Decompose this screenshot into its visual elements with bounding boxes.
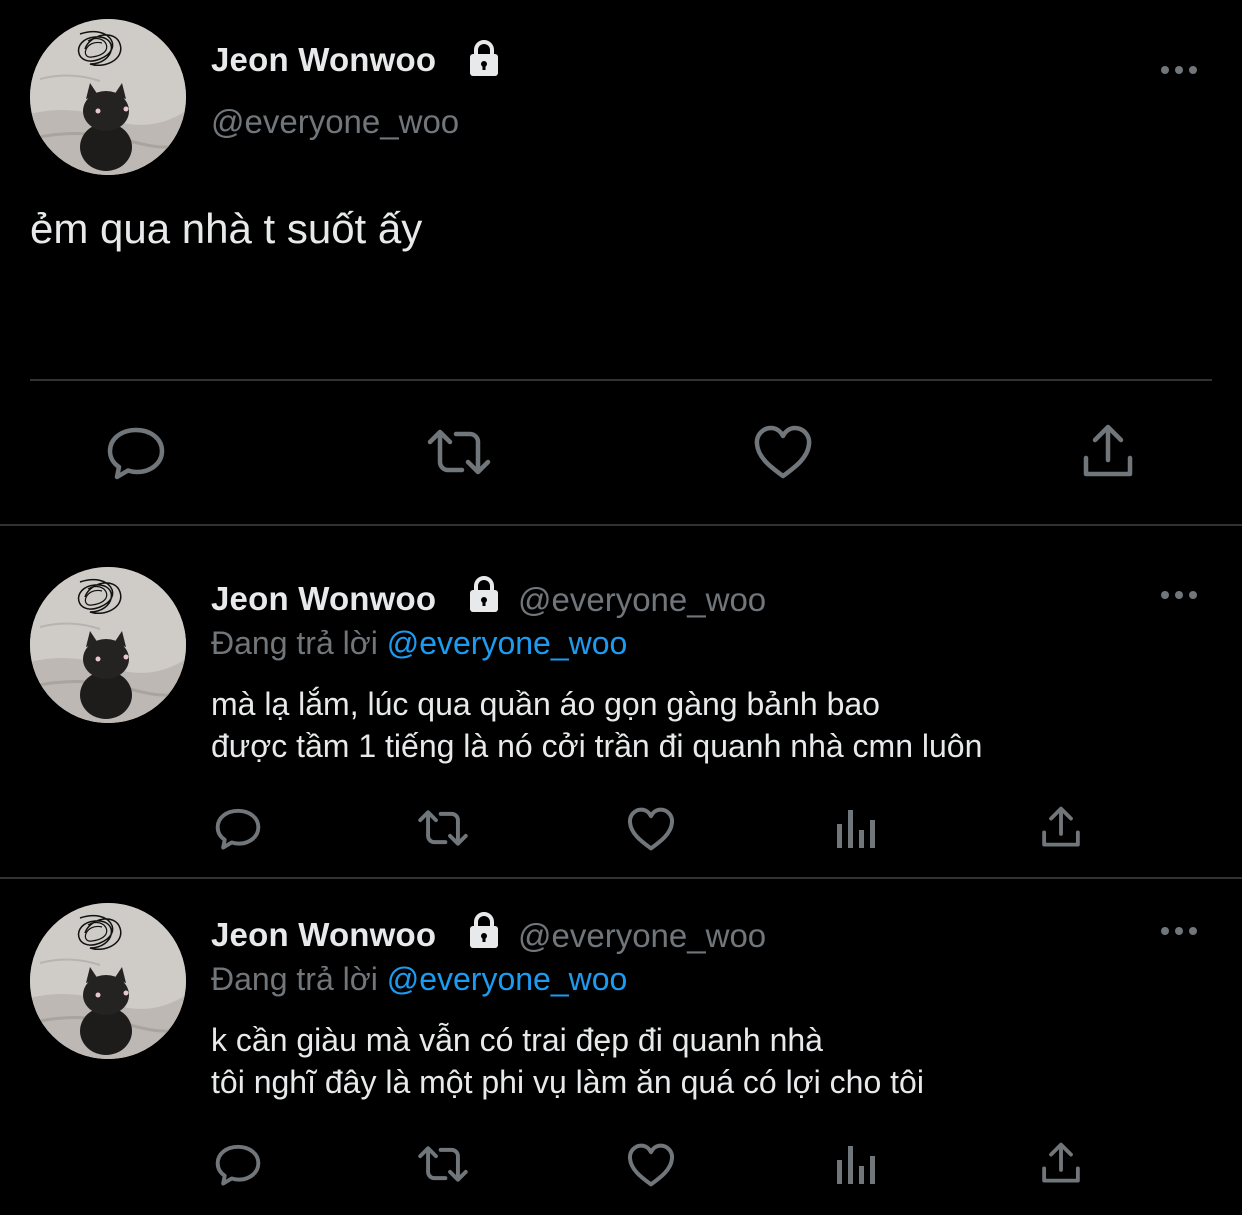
avatar[interactable] [30,567,186,723]
like-icon[interactable] [626,806,676,852]
avatar[interactable] [30,903,186,1059]
tweet-text-line: k cần giàu mà vẫn có trai đẹp đi quanh n… [211,1022,823,1058]
replying-prefix: Đang trả lời [211,961,378,997]
author-name[interactable]: Jeon Wonwoo [211,580,436,618]
reply-icon[interactable] [213,1140,263,1188]
author-handle[interactable]: @everyone_woo [211,103,459,141]
author-name[interactable]: Jeon Wonwoo [211,916,436,954]
replying-prefix: Đang trả lời [211,625,378,661]
tweet-text-line: tôi nghĩ đây là một phi vụ làm ăn quá có… [211,1064,924,1100]
reply-icon[interactable] [104,422,168,482]
more-options-icon[interactable] [1158,923,1202,939]
retweet-icon[interactable] [424,424,494,480]
like-icon[interactable] [626,1142,676,1188]
divider [30,379,1212,381]
mention-link[interactable]: @everyone_woo [387,961,628,997]
author-handle[interactable]: @everyone_woo [518,917,766,955]
reply-icon[interactable] [213,804,263,852]
tweet-text-line: mà lạ lắm, lúc qua quần áo gọn gàng bảnh… [211,686,880,722]
mention-link[interactable]: @everyone_woo [387,625,628,661]
avatar[interactable] [30,19,186,175]
more-options-icon[interactable] [1158,62,1202,78]
share-icon[interactable] [1078,422,1138,480]
replying-to: Đang trả lời @everyone_woo [211,625,627,662]
lock-icon [464,38,504,78]
author-handle[interactable]: @everyone_woo [518,581,766,619]
tweet-text: ẻm qua nhà t suốt ấy [30,205,423,252]
retweet-icon[interactable] [415,806,471,850]
divider [0,524,1242,526]
divider [0,877,1242,879]
analytics-icon[interactable] [834,806,878,850]
more-options-icon[interactable] [1158,587,1202,603]
lock-icon [464,574,504,614]
share-icon[interactable] [1038,804,1084,850]
replying-to: Đang trả lời @everyone_woo [211,961,627,998]
analytics-icon[interactable] [834,1142,878,1186]
lock-icon [464,910,504,950]
like-icon[interactable] [752,424,814,480]
author-name[interactable]: Jeon Wonwoo [211,41,436,79]
share-icon[interactable] [1038,1140,1084,1186]
tweet-text-line: được tầm 1 tiếng là nó cởi trần đi quanh… [211,728,983,764]
retweet-icon[interactable] [415,1142,471,1186]
